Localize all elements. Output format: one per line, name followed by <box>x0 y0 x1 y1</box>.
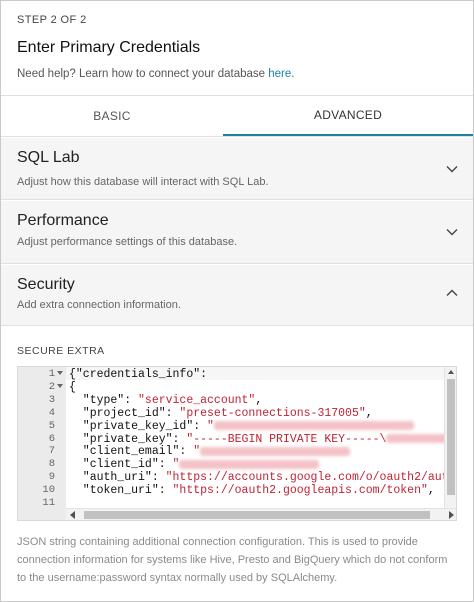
string-token: "https://accounts.google.com/o/oauth2/au… <box>165 471 457 485</box>
redacted-secret <box>213 421 414 431</box>
code-text: "client_email": " <box>69 445 351 459</box>
panel-title: SQL Lab <box>17 149 80 166</box>
line-number: 10 <box>42 484 55 497</box>
key-token: "private_key": <box>69 432 187 446</box>
page-title: Enter Primary Credentials <box>17 39 201 56</box>
string-token: "https://oauth2.googleapis.com/token" <box>172 484 428 498</box>
chevron-down-icon[interactable] <box>445 162 459 176</box>
redacted-secret <box>200 446 351 456</box>
scroll-left-arrow-icon[interactable] <box>70 511 75 519</box>
vertical-scroll-thumb[interactable] <box>447 379 455 495</box>
code-text: { <box>69 381 76 394</box>
redacted-secret <box>179 459 320 469</box>
key-token: "auth_uri": <box>69 471 166 485</box>
string-token: " <box>172 458 180 472</box>
secure-extra-help-text: JSON string containing additional connec… <box>17 536 448 584</box>
panel-title: Performance <box>17 212 109 229</box>
key-token: "type": <box>69 393 139 407</box>
line-number: 4 <box>48 406 55 419</box>
line-number: 1 <box>48 368 55 380</box>
code-text: "client_id": " <box>69 458 320 472</box>
scroll-up-arrow-icon[interactable] <box>448 370 454 374</box>
key-token: "private_key_id": <box>69 419 208 433</box>
vertical-scrollbar[interactable] <box>444 367 456 510</box>
tabs-divider <box>1 136 473 137</box>
key-token: "project_id": <box>69 406 180 420</box>
code-text: "token_uri": "https://oauth2.googleapis.… <box>69 484 435 497</box>
tab-bar: BASIC ADVANCED <box>1 96 473 136</box>
key-token: , <box>255 393 263 407</box>
code-text: "auth_uri": "https://accounts.google.com… <box>69 471 457 485</box>
help-text: Need help? Learn how to connect your dat… <box>17 68 295 80</box>
code-line: 1 {"credentials_info": <box>18 368 456 381</box>
code-line: 6 "private_key": "-----BEGIN PRIVATE KEY… <box>18 432 456 446</box>
help-link[interactable]: here <box>268 68 291 80</box>
panel-security[interactable]: Security Add extra connection informatio… <box>1 265 473 326</box>
secure-extra-label: SECURE EXTRA <box>17 345 105 357</box>
code-text: "private_key_id": " <box>69 420 414 433</box>
string-token: " <box>193 445 201 459</box>
code-text: "type": "service_account", <box>69 394 262 407</box>
panel-subtitle: Adjust how this database will interact w… <box>17 176 269 188</box>
horizontal-scroll-thumb[interactable] <box>84 511 430 519</box>
panel-title: Security <box>17 276 75 293</box>
help-suffix: . <box>291 68 295 80</box>
fold-arrow-icon[interactable] <box>57 383 63 388</box>
string-token: "preset-connections-317005" <box>179 406 366 420</box>
line-number: 2 <box>48 380 55 393</box>
tab-advanced[interactable]: ADVANCED <box>223 96 473 136</box>
line-number: 11 <box>42 497 55 509</box>
key-token: "client_id": <box>69 458 173 472</box>
line-number: 6 <box>48 432 55 445</box>
key-token: "client_email": <box>69 445 194 459</box>
key-token: , <box>365 406 373 420</box>
line-number: 3 <box>48 393 55 406</box>
string-token: "-----BEGIN PRIVATE KEY-----\ <box>186 432 387 446</box>
code-line: 7 "client_email": " <box>18 445 456 459</box>
code-line: 4 "project_id": "preset-connections-3170… <box>18 406 456 420</box>
scroll-right-arrow-icon[interactable] <box>449 511 454 519</box>
line-number: 9 <box>48 471 55 484</box>
string-token: "service_account" <box>138 393 256 407</box>
code-text: {"credentials_info": <box>69 368 207 381</box>
code-line: 3 "type": "service_account", <box>18 393 456 407</box>
code-line: 8 "client_id": " <box>18 458 456 472</box>
secure-extra-editor[interactable]: 1 {"credentials_info": 2{3 "type": "servic… <box>17 366 457 521</box>
line-number: 8 <box>48 458 55 471</box>
fold-arrow-icon[interactable] <box>57 371 63 375</box>
code-line: 9 "auth_uri": "https://accounts.google.c… <box>18 471 457 485</box>
step-indicator: STEP 2 OF 2 <box>17 14 87 26</box>
code-line: 10 "token_uri": "https://oauth2.googleap… <box>18 484 456 497</box>
key-token: "token_uri": <box>69 484 173 498</box>
chevron-up-icon[interactable] <box>445 286 459 300</box>
code-text: "private_key": "-----BEGIN PRIVATE KEY--… <box>69 432 456 446</box>
code-line: 5 "private_key_id": " <box>18 419 456 433</box>
key-token: , <box>427 484 435 498</box>
panel-sql-lab[interactable]: SQL Lab Adjust how this database will in… <box>1 138 473 200</box>
line-number: 7 <box>48 445 55 458</box>
chevron-down-icon[interactable] <box>445 225 459 239</box>
key-token: {"credentials_info": <box>69 368 208 381</box>
code-line: 2{ <box>18 380 456 394</box>
panel-performance[interactable]: Performance Adjust performance settings … <box>1 201 473 264</box>
line-number: 5 <box>48 419 55 432</box>
tab-basic[interactable]: BASIC <box>1 96 223 136</box>
horizontal-scrollbar[interactable] <box>66 508 456 520</box>
key-token: { <box>69 380 76 394</box>
string-token: " <box>207 419 214 433</box>
panel-subtitle: Adjust performance settings of this data… <box>17 236 238 248</box>
code-text: "project_id": "preset-connections-317005… <box>69 407 373 420</box>
help-prefix: Need help? Learn how to connect your dat… <box>17 68 269 80</box>
panel-subtitle: Add extra connection information. <box>17 299 181 311</box>
